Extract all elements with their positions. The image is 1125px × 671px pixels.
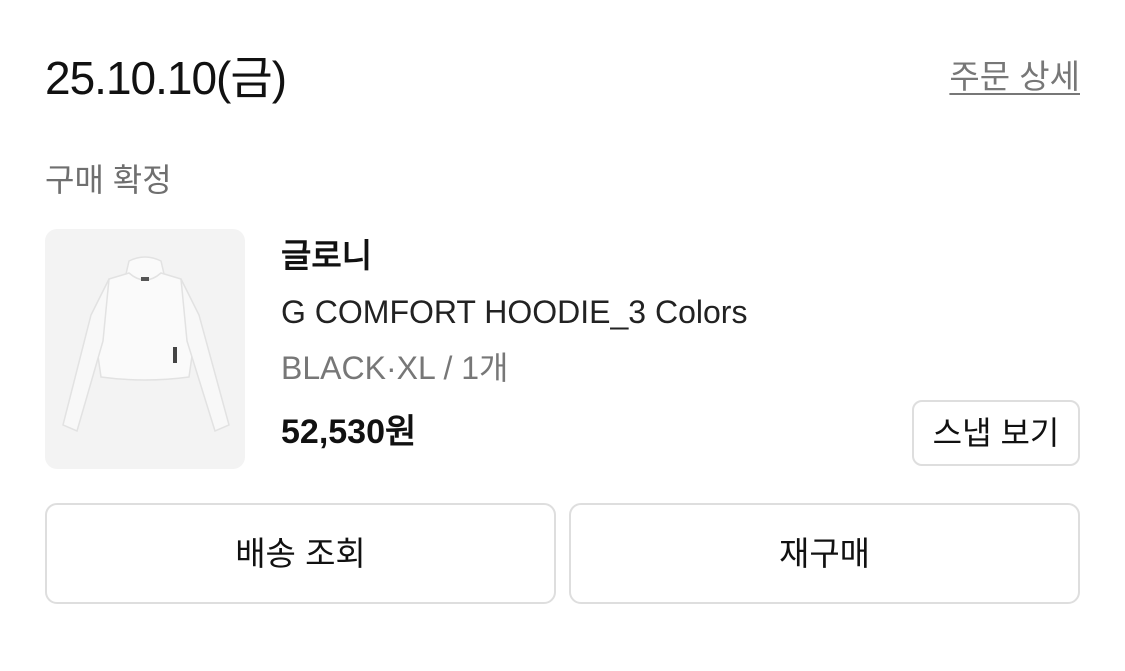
product-price: 52,530원 bbox=[281, 413, 417, 451]
hoodie-icon bbox=[62, 256, 230, 433]
brand-name[interactable]: 글로니 bbox=[281, 235, 372, 277]
product-name[interactable]: G COMFORT HOODIE_3 Colors bbox=[281, 291, 747, 333]
order-detail-link[interactable]: 주문 상세 bbox=[949, 56, 1080, 98]
rebuy-button[interactable]: 재구매 bbox=[569, 503, 1080, 604]
track-delivery-button[interactable]: 배송 조회 bbox=[45, 503, 556, 604]
product-option: BLACK·XL / 1개 bbox=[281, 350, 509, 386]
order-status: 구매 확정 bbox=[45, 162, 172, 198]
product-image[interactable] bbox=[45, 229, 245, 469]
order-date: 25.10.10(금) bbox=[45, 52, 287, 104]
snap-view-button[interactable]: 스냅 보기 bbox=[912, 400, 1080, 466]
